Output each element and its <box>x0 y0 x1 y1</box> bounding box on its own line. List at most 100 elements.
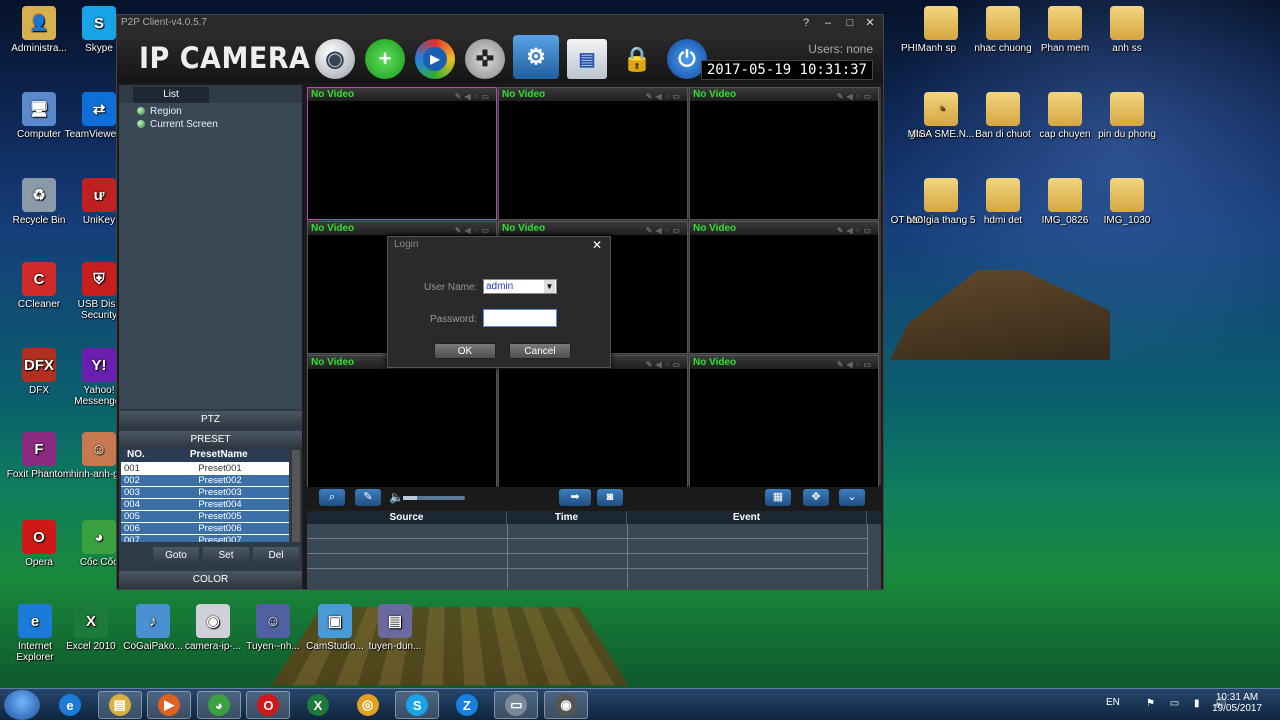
expand-icon[interactable]: ⌄ <box>839 489 865 506</box>
video-cell[interactable]: No Video✎◀○▭ <box>498 355 688 488</box>
tree-item-current-screen[interactable]: Current Screen <box>137 118 218 131</box>
preset-no: 007 <box>124 535 140 542</box>
video-cell[interactable]: No Video✎◀○▭ <box>689 221 879 354</box>
video-cell[interactable]: No Video✎◀○▭ <box>307 355 497 488</box>
taskbar-ie-icon[interactable]: e <box>48 691 92 719</box>
cell-tools-icon[interactable]: ✎◀○▭ <box>455 90 492 103</box>
titlebar[interactable]: P2P Client-v4.0.5.7 ? – □ ✕ <box>117 15 883 31</box>
cell-tools-icon[interactable]: ✎◀○▭ <box>646 224 683 237</box>
desktop-icon[interactable]: ▤ tuyen-dun... <box>360 604 430 652</box>
desktop-icon[interactable]: hdmi det <box>968 178 1038 226</box>
taskbar-opera-icon[interactable]: O <box>246 691 291 719</box>
record-icon[interactable]: ➡ <box>559 489 591 506</box>
table-row[interactable]: 002 Preset002 <box>121 475 289 487</box>
cell-tools-icon[interactable]: ✎◀○▭ <box>837 224 874 237</box>
taskbar-chrome-icon[interactable]: ◎ <box>346 691 390 719</box>
col-time: Time <box>507 511 627 524</box>
color-section[interactable]: COLOR <box>119 571 302 589</box>
table-row[interactable]: 004 Preset004 <box>121 499 289 511</box>
folder-icon <box>1110 6 1144 40</box>
taskbar-coccoc-icon[interactable]: ◕ <box>196 691 241 719</box>
webcam-icon[interactable]: ◉ <box>315 39 355 79</box>
cell-tools-icon[interactable]: ✎◀○▭ <box>837 90 874 103</box>
table-row[interactable]: 003 Preset003 <box>121 487 289 499</box>
start-button[interactable] <box>4 690 40 720</box>
video-cell[interactable]: No Video✎◀○▭ <box>689 355 879 488</box>
table-row[interactable]: 005 Preset005 <box>121 511 289 523</box>
taskbar-excel-icon[interactable]: X <box>296 691 340 719</box>
login-titlebar[interactable]: Login ✕ <box>388 237 610 253</box>
maximize-icon[interactable]: □ <box>839 15 861 31</box>
video-cell[interactable]: No Video✎◀○▭ <box>307 87 497 220</box>
desktop-icon[interactable]: cap chuyen <box>1030 92 1100 140</box>
language-indicator[interactable]: EN <box>1106 697 1120 708</box>
password-field[interactable] <box>483 309 557 327</box>
taskbar-skype-icon[interactable]: S <box>395 691 440 719</box>
clock[interactable]: 10:31 AM 19/05/2017 <box>1212 692 1262 714</box>
folder-icon <box>924 178 958 212</box>
desktop-icon[interactable]: X Excel 2010 <box>56 604 126 652</box>
ptz-section[interactable]: PTZ <box>119 411 302 429</box>
cell-tools-icon[interactable]: ✎◀○▭ <box>646 90 683 103</box>
app-icon: 👤 <box>22 6 56 40</box>
cancel-button[interactable]: Cancel <box>509 343 571 359</box>
ok-button[interactable]: OK <box>434 343 496 359</box>
window-title: P2P Client-v4.0.5.7 <box>121 17 207 28</box>
desktop-icon[interactable]: bao gia thang 5 <box>906 178 976 226</box>
taskbar-window-icon[interactable]: ▭ <box>494 691 539 719</box>
username-select[interactable]: admin ▼ <box>483 279 557 294</box>
desktop-icon[interactable]: ◔ MISA SME.N... <box>906 92 976 140</box>
desktop-icon[interactable]: IMG_0826 <box>1030 178 1100 226</box>
no-video-label: No Video <box>502 89 546 100</box>
volume-slider[interactable] <box>403 496 465 500</box>
video-cell-header: No Video ✎◀○▭ <box>308 88 496 101</box>
desktop-icon[interactable]: ☺ Tuyen--nh... <box>238 604 308 652</box>
playback-icon[interactable]: ▶ <box>415 39 455 79</box>
desktop-icon[interactable]: Phan mem <box>1030 6 1100 54</box>
taskbar-media-icon[interactable]: ▶ <box>147 691 192 719</box>
goto-button[interactable]: Goto <box>153 547 199 565</box>
taskbar-camera-icon[interactable]: ◉ <box>544 691 588 719</box>
taskbar-explorer-icon[interactable]: ▤ <box>97 691 142 719</box>
minimize-icon[interactable]: – <box>817 15 839 31</box>
desktop-icon[interactable]: nhac chuong <box>968 6 1038 54</box>
desktop-icon[interactable]: anh ss <box>1092 6 1162 54</box>
cell-tools-icon[interactable]: ✎◀○▭ <box>837 358 874 371</box>
zoom-icon[interactable]: ⌕ <box>319 489 345 506</box>
table-row[interactable]: 001 Preset001 <box>121 463 289 475</box>
folder-icon <box>1110 178 1144 212</box>
desktop-icon[interactable]: anh sp <box>906 6 976 54</box>
settings-icon[interactable]: ⚙ <box>513 35 559 79</box>
desktop-icon-label: IMG_0826 <box>1041 215 1089 226</box>
desktop-icon[interactable]: IMG_1030 <box>1092 178 1162 226</box>
lock-icon[interactable]: 🔒 <box>617 39 657 79</box>
preset-section[interactable]: PRESET <box>119 431 302 449</box>
wrench-icon[interactable]: ✎ <box>355 489 381 506</box>
layout-grid-icon[interactable]: ▦ <box>765 489 791 506</box>
log-icon[interactable]: ▤ <box>567 39 607 79</box>
snapshot-icon[interactable]: ◙ <box>597 489 623 506</box>
tab-list[interactable]: List <box>133 87 209 103</box>
speaker-muted-icon[interactable]: 🔈 <box>389 490 404 504</box>
add-device-icon[interactable]: + <box>365 39 405 79</box>
close-icon[interactable]: ✕ <box>592 237 602 253</box>
taskbar-zalo-icon[interactable]: Z <box>445 691 489 719</box>
video-cell[interactable]: No Video✎◀○▭ <box>689 87 879 220</box>
set-button[interactable]: Set <box>203 547 249 565</box>
close-icon[interactable]: ✕ <box>859 15 881 31</box>
desktop-icon[interactable]: Ban di chuot <box>968 92 1038 140</box>
app-icon: ⛨ <box>82 262 116 296</box>
tree-item-region[interactable]: Region <box>137 105 218 118</box>
ptz-icon[interactable]: ✜ <box>465 39 505 79</box>
fullscreen-icon[interactable]: ✥ <box>803 489 829 506</box>
preset-no: 001 <box>124 463 140 474</box>
del-button[interactable]: Del <box>253 547 299 565</box>
desktop-icon[interactable]: pin du phong <box>1092 92 1162 140</box>
table-row[interactable]: 007 Preset007 <box>121 535 289 542</box>
video-cell[interactable]: No Video ✎◀○▭ <box>498 87 688 220</box>
chevron-down-icon[interactable]: ▼ <box>544 280 555 293</box>
help-icon[interactable]: ? <box>795 15 817 31</box>
preset-scrollbar[interactable] <box>291 449 301 543</box>
cell-tools-icon[interactable]: ✎◀○▭ <box>646 358 683 371</box>
table-row[interactable]: 006 Preset006 <box>121 523 289 535</box>
